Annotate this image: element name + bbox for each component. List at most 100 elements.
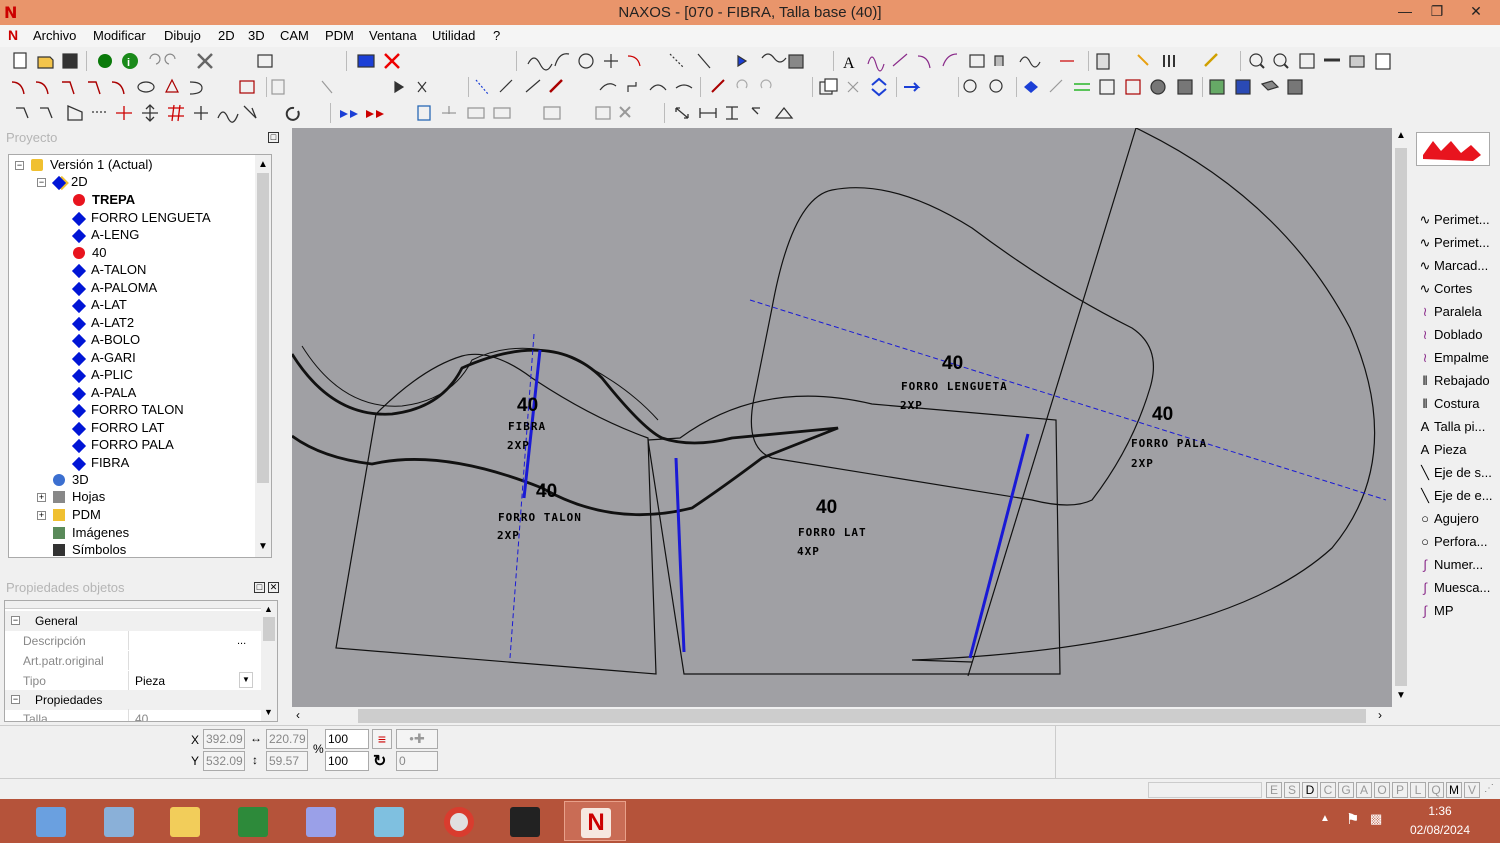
status-toggle-p[interactable]: P (1392, 782, 1408, 798)
tree-item-a-bolo[interactable]: A-BOLO (71, 331, 140, 349)
tree-node-hojas[interactable]: Hojas (53, 488, 105, 505)
tree-scroll-thumb[interactable] (257, 173, 269, 483)
x-coordinate-field[interactable]: 392.09 (203, 729, 245, 749)
tree-node-2d[interactable]: 2D (51, 173, 88, 191)
scale-y-field[interactable]: 100 (325, 751, 369, 771)
menu-archivo[interactable]: Archivo (33, 28, 76, 43)
status-toggle-g[interactable]: G (1338, 782, 1354, 798)
right-tool-14[interactable]: ○ Perfora... (1416, 531, 1498, 553)
tree-item-a-gari[interactable]: A-GARI (71, 349, 136, 366)
toolbar-row-3-icons[interactable] (0, 100, 1500, 126)
y-coordinate-field[interactable]: 532.09 (203, 751, 245, 771)
taskbar-app-5[interactable] (290, 801, 352, 841)
menu-2d[interactable]: 2D (218, 28, 235, 43)
taskbar-calculator[interactable] (20, 801, 82, 841)
props-scrollbar[interactable]: ▲ ▼ (261, 601, 277, 721)
right-tool-16[interactable]: ∫ Muesca... (1416, 577, 1498, 599)
props-propiedades-toggle[interactable]: − (11, 695, 20, 704)
props-panel-close-button[interactable]: ✕ (268, 582, 279, 593)
project-panel-pin-button[interactable]: □ (268, 132, 279, 143)
right-tool-3[interactable]: ∿ Cortes (1416, 278, 1498, 300)
props-scroll-up-icon[interactable]: ▲ (264, 604, 273, 614)
right-tool-15[interactable]: ∫ Numer... (1416, 554, 1498, 576)
props-group-propiedades[interactable]: − Propiedades (5, 690, 261, 710)
right-tool-6[interactable]: ≀ Empalme (1416, 347, 1498, 369)
scroll-up-icon[interactable]: ▲ (1396, 130, 1406, 141)
vscroll-thumb[interactable] (1395, 148, 1407, 686)
network-icon[interactable]: ▩ (1370, 811, 1382, 827)
taskbar-chrome[interactable] (428, 801, 490, 841)
status-toggle-d[interactable]: D (1302, 782, 1318, 798)
right-tool-1[interactable]: ∿ Perimet... (1416, 232, 1498, 254)
tree-scrollbar[interactable]: ▲ ▼ (255, 155, 271, 557)
tree-item-trepa[interactable]: TREPA (73, 191, 135, 208)
menu-dibujo[interactable]: Dibujo (164, 28, 201, 43)
action-center-flag-icon[interactable]: ⚑ (1346, 810, 1359, 828)
toolbar-row-1-icons[interactable]: A i (0, 48, 1500, 74)
taskbar-app-6[interactable] (358, 801, 420, 841)
tree-item-a-pala[interactable]: A-PALA (71, 384, 136, 401)
taskbar-app-2[interactable] (88, 801, 150, 841)
right-tool-13[interactable]: ○ Agujero (1416, 508, 1498, 530)
height-field[interactable]: 59.57 (266, 751, 308, 771)
status-toggle-v[interactable]: V (1464, 782, 1480, 798)
tree-item-a-plic[interactable]: A-PLIC (71, 366, 133, 384)
scroll-down-icon[interactable]: ▼ (1396, 690, 1406, 701)
right-tool-11[interactable]: ╲ Eje de s... (1416, 462, 1498, 484)
tree-node-pdm[interactable]: PDM (53, 506, 101, 523)
descripcion-ellipsis-button[interactable]: ... (237, 631, 246, 651)
clock-time[interactable]: 1:36 (1400, 804, 1480, 818)
status-toggle-m[interactable]: M (1446, 782, 1462, 798)
props-scroll-thumb[interactable] (263, 617, 275, 641)
scale-x-field[interactable]: 100 (325, 729, 369, 749)
status-toggle-c[interactable]: C (1320, 782, 1336, 798)
right-tool-7[interactable]: ‖ Rebajado (1416, 370, 1498, 392)
menu-pdm[interactable]: PDM (325, 28, 354, 43)
tree-item-fibra[interactable]: FIBRA (71, 454, 129, 471)
tree-node-3d[interactable]: 3D (53, 471, 89, 488)
app-menu-icon[interactable]: N (8, 27, 18, 43)
right-tool-0[interactable]: ∿ Perimet... (1416, 209, 1498, 231)
menu-help[interactable]: ? (493, 28, 500, 43)
menu-utilidad[interactable]: Utilidad (432, 28, 475, 43)
tree-2d-toggle[interactable]: − (37, 178, 46, 187)
hscroll-thumb[interactable] (358, 709, 1366, 723)
clock-date[interactable]: 02/08/2024 (1400, 823, 1480, 837)
status-toggle-s[interactable]: S (1284, 782, 1300, 798)
tipo-dropdown-icon[interactable]: ▼ (239, 672, 253, 688)
toolbar-row-2-icons[interactable] (0, 74, 1500, 100)
scale-lock-button[interactable]: ≡ (372, 729, 392, 749)
tree-hojas-toggle[interactable]: + (37, 493, 46, 502)
menu-modificar[interactable]: Modificar (93, 28, 146, 43)
resize-grip-icon[interactable]: ⋰ (1484, 783, 1498, 797)
tree-node-imagenes[interactable]: Imágenes (53, 524, 129, 541)
props-panel-pin-button[interactable]: □ (254, 582, 265, 593)
tray-expand-icon[interactable]: ▲ (1320, 813, 1330, 824)
tree-item-a-talon[interactable]: A-TALON (71, 261, 146, 279)
taskbar-app-8[interactable] (494, 801, 556, 841)
menu-3d[interactable]: 3D (248, 28, 265, 43)
props-general-toggle[interactable]: − (11, 616, 20, 625)
close-button[interactable]: ✕ (1452, 0, 1500, 24)
tree-scroll-down-icon[interactable]: ▼ (258, 541, 268, 552)
artpatr-value[interactable] (128, 651, 256, 670)
props-group-general[interactable]: − General (5, 611, 261, 631)
status-toggle-l[interactable]: L (1410, 782, 1426, 798)
menu-cam[interactable]: CAM (280, 28, 309, 43)
tree-collapse-toggle[interactable]: − (15, 161, 24, 170)
pattern-drawing[interactable] (292, 128, 1392, 707)
tree-item-forro-pala[interactable]: FORRO PALA (71, 436, 174, 454)
canvas-horizontal-scrollbar[interactable]: ‹ › (292, 707, 1392, 725)
tipo-select[interactable]: Pieza (128, 671, 256, 690)
props-row-descripcion[interactable]: Descripción ... (5, 631, 261, 651)
menu-ventana[interactable]: Ventana (369, 28, 417, 43)
move-origin-button[interactable]: •✚ (396, 729, 438, 749)
right-tool-17[interactable]: ∫ MP (1416, 600, 1498, 622)
tree-item-a-leng[interactable]: A-LENG (71, 226, 139, 244)
canvas-vertical-scrollbar[interactable]: ▲ ▼ (1392, 128, 1410, 707)
right-tool-10[interactable]: A Pieza (1416, 439, 1498, 461)
tree-scroll-up-icon[interactable]: ▲ (258, 159, 268, 170)
scroll-left-icon[interactable]: ‹ (296, 708, 300, 722)
scroll-right-icon[interactable]: › (1378, 708, 1382, 722)
taskbar-explorer[interactable] (154, 801, 216, 841)
